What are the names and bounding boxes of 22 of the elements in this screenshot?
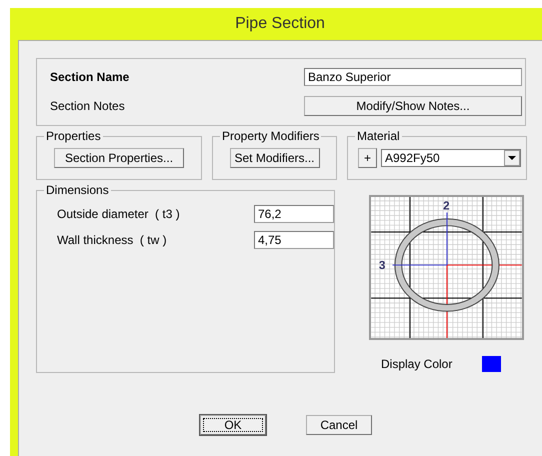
set-modifiers-button[interactable]: Set Modifiers... xyxy=(230,148,320,168)
window-title: Pipe Section xyxy=(234,14,326,34)
add-material-button[interactable]: + xyxy=(358,148,377,168)
material-dropdown[interactable]: A992Fy50 xyxy=(381,149,521,167)
dimension-label: Outside diameter ( t3 ) xyxy=(57,207,181,221)
dimension-label: Wall thickness ( tw ) xyxy=(57,233,168,247)
cancel-button[interactable]: Cancel xyxy=(306,415,372,435)
properties-title: Properties xyxy=(44,129,103,143)
section-notes-label: Section Notes xyxy=(50,99,126,113)
color-swatch[interactable] xyxy=(482,356,502,372)
ok-button[interactable]: OK xyxy=(200,415,266,435)
modify-notes-button[interactable]: Modify/Show Notes... xyxy=(304,96,522,116)
dimension-field[interactable]: 76,2 xyxy=(254,205,334,223)
section-name-label: Section Name xyxy=(50,70,130,84)
material-title: Material xyxy=(355,129,402,143)
dimension-field[interactable]: 4,75 xyxy=(254,231,334,249)
pipe-section-drawing: 2 3 xyxy=(369,195,524,340)
section-name-field[interactable]: Banzo Superior xyxy=(304,68,522,86)
section-properties-button[interactable]: Section Properties... xyxy=(54,148,184,168)
dimensions-title: Dimensions xyxy=(44,183,111,197)
property-modifiers-title: Property Modifiers xyxy=(220,129,322,143)
display-color-label: Display Color xyxy=(381,357,452,371)
